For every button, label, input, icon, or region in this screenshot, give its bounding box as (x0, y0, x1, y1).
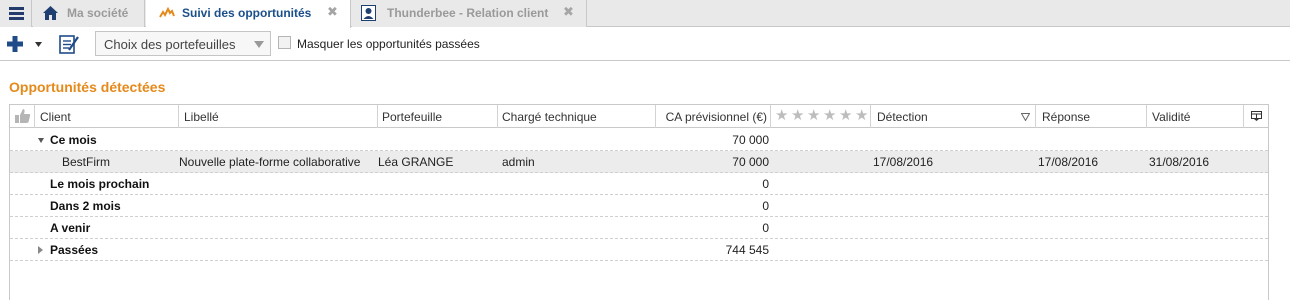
ca-value: 70 000 (732, 133, 769, 147)
column-title: Libellé (184, 110, 219, 124)
tab-bar: Ma société Suivi des opportunités ✖ Thun… (0, 0, 1290, 28)
sort-descending-icon[interactable] (1021, 113, 1030, 121)
star-icon: ★ (839, 107, 853, 124)
thumb-column-header[interactable] (10, 105, 35, 128)
tab-label: Ma société (67, 6, 129, 20)
client-cell: BestFirm (62, 155, 110, 169)
group-row-dans-2-mois[interactable]: Dans 2 mois 0 (10, 195, 1268, 217)
detection-cell: 17/08/2016 (873, 155, 934, 169)
ca-value: 744 545 (725, 243, 769, 257)
menu-bar-icon (9, 12, 24, 15)
ca-value: 70 000 (732, 155, 769, 169)
portfolio-select-value: Choix des portefeuilles (104, 37, 236, 52)
libelle-cell: Nouvelle plate-forme collaborative (179, 155, 361, 169)
tab-label: Suivi des opportunités (182, 6, 312, 20)
tab-thunderbee[interactable]: Thunderbee - Relation client ✖ (352, 0, 587, 27)
hide-past-label: Masquer les opportunités passées (297, 37, 480, 51)
group-label: Ce mois (50, 133, 97, 147)
opportunities-grid: Client Libellé Portefeuille Chargé techn… (9, 104, 1269, 300)
column-header-validite[interactable]: Validité (1148, 105, 1244, 128)
reponse-cell: 17/08/2016 (1038, 155, 1099, 169)
column-header-charge-technique[interactable]: Chargé technique (499, 105, 656, 128)
ca-value: 0 (762, 177, 769, 191)
group-row-le-mois-prochain[interactable]: Le mois prochain 0 (10, 173, 1268, 195)
column-header-reponse[interactable]: Réponse (1037, 105, 1147, 128)
column-header-portefeuille[interactable]: Portefeuille (379, 105, 498, 128)
column-title: Détection (877, 110, 928, 124)
column-header-ca-previsionnel[interactable]: CA prévisionnel (€) (657, 105, 771, 128)
portfolio-select[interactable]: Choix des portefeuilles (95, 31, 271, 56)
star-icon: ★ (855, 107, 869, 124)
tab-ma-societe[interactable]: Ma société (33, 0, 145, 27)
notepad-icon[interactable] (58, 33, 80, 55)
close-tab-icon[interactable]: ✖ (563, 4, 574, 20)
column-header-client[interactable]: Client (36, 105, 179, 128)
charge-cell: admin (502, 155, 535, 169)
column-chooser-button[interactable] (1245, 105, 1268, 128)
column-header-rating[interactable]: ★ ★ ★ ★ ★ ★ (772, 105, 871, 128)
group-row-ce-mois[interactable]: Ce mois 70 000 (10, 129, 1268, 151)
group-row-a-venir[interactable]: A venir 0 (10, 217, 1268, 239)
column-header-libelle[interactable]: Libellé (180, 105, 378, 128)
group-label: Passées (50, 243, 99, 257)
column-title: Portefeuille (382, 110, 443, 124)
group-label: Dans 2 mois (50, 199, 121, 213)
section-title: Opportunités détectées (9, 79, 166, 95)
star-icon: ★ (823, 107, 837, 124)
grid-header: Client Libellé Portefeuille Chargé techn… (10, 105, 1268, 128)
menu-bar-icon (9, 7, 24, 10)
group-label: Le mois prochain (50, 177, 150, 191)
hamburger-menu-button[interactable] (0, 0, 32, 27)
thumbs-up-icon (15, 109, 31, 123)
star-icon: ★ (807, 107, 821, 124)
column-chooser-icon (1251, 111, 1262, 121)
validite-cell: 31/08/2016 (1149, 155, 1210, 169)
ca-value: 0 (762, 221, 769, 235)
column-title: Chargé technique (502, 110, 597, 124)
expand-arrow-icon[interactable] (38, 246, 43, 254)
contact-card-icon (361, 5, 376, 21)
group-label: A venir (50, 221, 91, 235)
column-title: Réponse (1042, 110, 1091, 124)
column-title: Validité (1152, 110, 1191, 124)
hide-past-checkbox[interactable] (278, 36, 291, 49)
chevron-down-icon (35, 42, 42, 47)
menu-bar-icon (9, 17, 24, 20)
group-row-passees[interactable]: Passées 744 545 (10, 239, 1268, 261)
star-icon: ★ (775, 107, 789, 124)
portefeuille-cell: Léa GRANGE (378, 155, 454, 169)
column-title: CA prévisionnel (€) (665, 110, 767, 124)
star-icon: ★ (791, 107, 805, 124)
close-tab-icon[interactable]: ✖ (327, 4, 338, 20)
ca-value: 0 (762, 199, 769, 213)
trend-icon (159, 7, 175, 18)
column-title: Client (40, 110, 71, 124)
add-button[interactable] (6, 34, 42, 54)
tab-suivi-opportunites[interactable]: Suivi des opportunités ✖ (146, 0, 351, 28)
dropdown-arrow-icon (254, 41, 264, 48)
home-icon (43, 6, 58, 20)
collapse-arrow-icon[interactable] (38, 138, 44, 143)
tab-label: Thunderbee - Relation client (387, 6, 549, 20)
toolbar: Choix des portefeuilles Masquer les oppo… (0, 28, 1290, 61)
column-header-detection[interactable]: Détection (872, 105, 1036, 128)
plus-icon (7, 36, 23, 52)
table-row[interactable]: BestFirm Nouvelle plate-forme collaborat… (10, 151, 1268, 173)
